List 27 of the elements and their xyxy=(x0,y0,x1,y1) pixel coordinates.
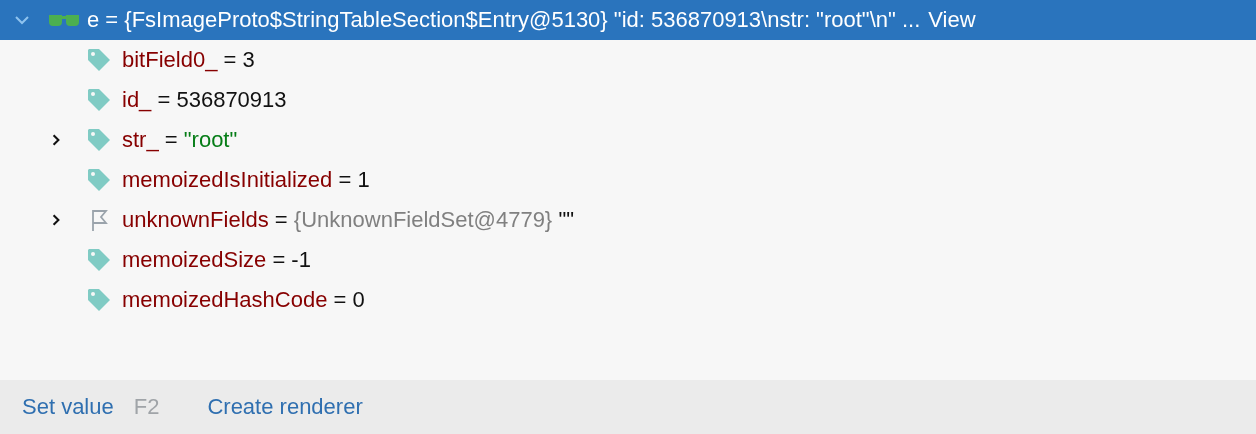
tag-icon xyxy=(86,127,112,153)
glasses-icon xyxy=(48,13,80,27)
field-label: bitField0_ = 3 xyxy=(122,47,255,73)
tag-icon xyxy=(86,287,112,313)
tag-icon xyxy=(86,47,112,73)
field-label: memoizedSize = -1 xyxy=(122,247,311,273)
field-label: str_ = "root" xyxy=(122,127,238,153)
tree-row[interactable]: bitField0_ = 3 xyxy=(0,40,1256,80)
field-label: memoizedIsInitialized = 1 xyxy=(122,167,370,193)
tree-row[interactable]: memoizedSize = -1 xyxy=(0,240,1256,280)
action-link[interactable]: Create renderer xyxy=(207,394,363,420)
tree-row[interactable]: memoizedIsInitialized = 1 xyxy=(0,160,1256,200)
tag-icon xyxy=(86,247,112,273)
variable-label: e = {FsImageProto$StringTableSection$Entry@5130} "id: 536870913\nstr: "root"\n" ... xyxy=(87,7,921,33)
tree-row[interactable]: id_ = 536870913 xyxy=(0,80,1256,120)
action-link[interactable]: Set value xyxy=(22,394,114,420)
tag-icon xyxy=(86,167,112,193)
shortcut-label: F2 xyxy=(133,394,160,420)
tag-icon xyxy=(86,87,112,113)
field-label: id_ = 536870913 xyxy=(122,87,287,113)
field-label: unknownFields = {UnknownFieldSet@4779} "" xyxy=(122,207,574,233)
tree-row[interactable]: unknownFields = {UnknownFieldSet@4779} "" xyxy=(0,200,1256,240)
tree-row[interactable]: str_ = "root" xyxy=(0,120,1256,160)
view-link[interactable]: View xyxy=(928,7,976,33)
field-label: memoizedHashCode = 0 xyxy=(122,287,365,313)
tree-row[interactable]: memoizedHashCode = 0 xyxy=(0,280,1256,320)
tree-row[interactable]: e = {FsImageProto$StringTableSection$Entry@5130} "id: 536870913\nstr: "root"\n" ... View xyxy=(0,0,1256,40)
